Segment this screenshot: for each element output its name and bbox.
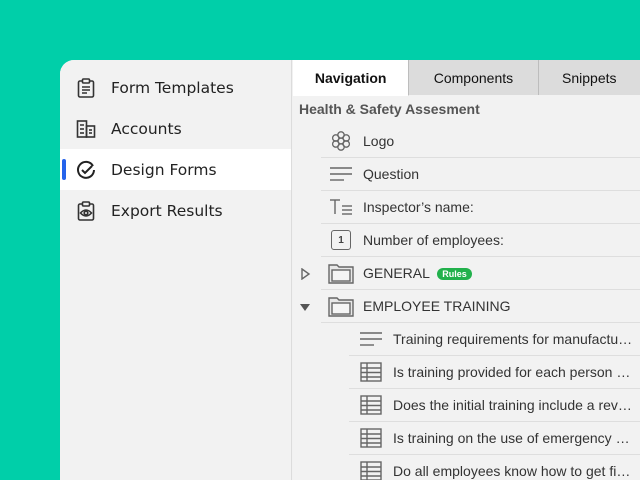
sidebar-item-form-templates[interactable]: Form Templates (60, 67, 291, 108)
sidebar-item-design-forms[interactable]: Design Forms (60, 149, 291, 190)
text-lines-icon (327, 160, 355, 188)
sidebar-item-label: Export Results (111, 201, 223, 220)
tree-section-employee-training[interactable]: EMPLOYEE TRAINING (300, 290, 640, 323)
tree-item-label: Logo (363, 133, 395, 149)
sidebar-item-label: Form Templates (111, 78, 234, 97)
flower-logo-icon (327, 127, 355, 155)
tab-bar: Navigation Components Snippets (293, 60, 640, 96)
tree-item-label: Is training provided for each person … (393, 364, 631, 380)
tree-item-number-of-employees[interactable]: 1 Number of employees: (321, 224, 640, 257)
tree-item-training-question[interactable]: Do all employees know how to get fi… (349, 455, 640, 480)
tree-item-label: Do all employees know how to get fi… (393, 463, 631, 479)
table-grid-icon (357, 391, 385, 419)
tree-item-training-question[interactable]: Is training provided for each person … (349, 356, 640, 389)
sidebar-item-accounts[interactable]: Accounts (60, 108, 291, 149)
table-grid-icon (357, 457, 385, 480)
form-title: Health & Safety Assesment (299, 101, 480, 117)
check-circle-icon (76, 160, 96, 180)
tree-section-general[interactable]: GENERAL Rules (301, 257, 640, 290)
app-window: Form Templates Accounts Design Forms Exp… (60, 60, 640, 480)
sidebar: Form Templates Accounts Design Forms Exp… (60, 60, 292, 480)
tree-item-label: Is training on the use of emergency … (393, 430, 630, 446)
folder-icon (327, 259, 355, 287)
building-icon (76, 119, 96, 139)
tree-item-inspector-name[interactable]: Inspector’s name: (321, 191, 640, 224)
section-label: GENERAL Rules (363, 265, 472, 281)
tree-item-training-question[interactable]: Does the initial training include a rev… (349, 389, 640, 422)
section-label: EMPLOYEE TRAINING (363, 298, 511, 314)
folder-icon (327, 292, 355, 320)
tab-snippets[interactable]: Snippets (538, 60, 640, 95)
table-grid-icon (357, 424, 385, 452)
tree-item-training-requirements[interactable]: Training requirements for manufactu… (349, 323, 640, 356)
clipboard-eye-icon (76, 200, 96, 221)
table-grid-icon (357, 358, 385, 386)
tree-item-label: Number of employees: (363, 232, 504, 248)
tree-item-label: Inspector’s name: (363, 199, 474, 215)
number-field-icon: 1 (327, 226, 355, 254)
tab-components[interactable]: Components (409, 60, 539, 95)
rules-badge[interactable]: Rules (437, 268, 472, 281)
tree-item-logo[interactable]: Logo (321, 125, 640, 158)
form-tree: Logo Question Inspector’s name: 1 Number… (293, 125, 640, 480)
tree-item-label: Does the initial training include a rev… (393, 397, 632, 413)
sidebar-item-label: Accounts (111, 119, 182, 138)
text-field-icon (327, 193, 355, 221)
tree-item-training-question[interactable]: Is training on the use of emergency … (349, 422, 640, 455)
sidebar-item-label: Design Forms (111, 160, 217, 179)
clipboard-list-icon (76, 77, 96, 98)
sidebar-item-export-results[interactable]: Export Results (60, 190, 291, 231)
text-lines-icon (357, 325, 385, 353)
tab-navigation[interactable]: Navigation (293, 60, 410, 96)
form-navigation-panel: Navigation Components Snippets Health & … (293, 60, 640, 480)
caret-down-icon[interactable] (299, 300, 311, 312)
tree-item-label: Question (363, 166, 420, 182)
tree-item-question[interactable]: Question (321, 158, 640, 191)
tree-item-label: Training requirements for manufactu… (393, 331, 633, 347)
caret-right-icon[interactable] (299, 267, 311, 281)
